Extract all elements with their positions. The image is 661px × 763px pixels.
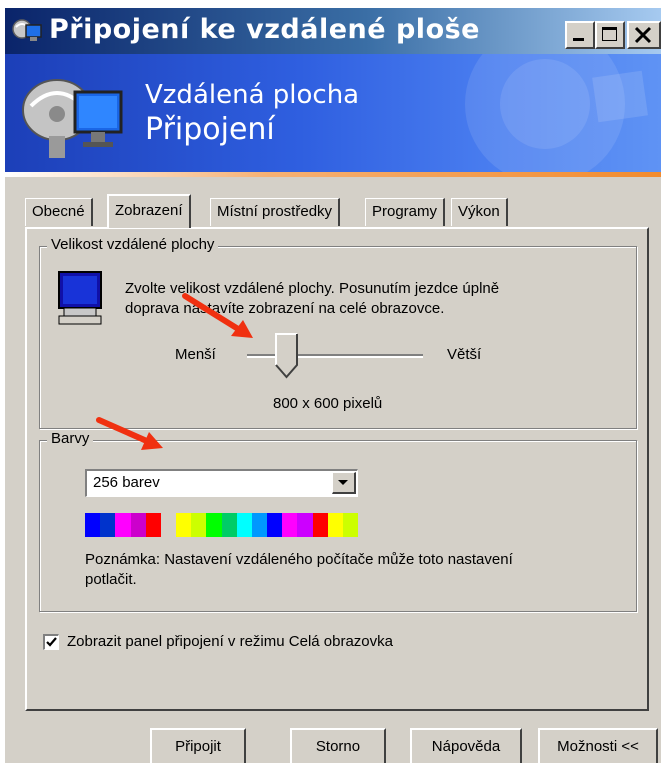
branding-banner: Vzdálená plocha Připojení [5, 54, 661, 172]
color-swatch [115, 513, 131, 537]
title-bar[interactable]: Připojení ke vzdálené ploše [5, 8, 661, 54]
remote-desktop-logo-icon [22, 79, 123, 158]
tab-general[interactable]: Obecné [25, 198, 93, 226]
cancel-button[interactable]: Storno [290, 728, 386, 763]
color-swatch [130, 513, 146, 537]
banner-title: Vzdálená plocha [145, 80, 360, 110]
checkmark-icon [46, 637, 57, 647]
minimize-icon [573, 38, 584, 41]
colors-note-line2: potlačit. [85, 571, 137, 588]
maximize-icon [602, 27, 617, 41]
connect-button[interactable]: Připojit [150, 728, 246, 763]
color-preview-bar [85, 513, 359, 537]
color-swatch [145, 513, 161, 537]
tab-local-resources[interactable]: Místní prostředky [210, 198, 341, 226]
display-size-description-2: doprava nastavíte zobrazení na celé obra… [125, 300, 445, 317]
fullscreen-bar-checkbox[interactable] [43, 634, 59, 650]
color-swatch [327, 513, 343, 537]
close-button[interactable] [627, 21, 661, 49]
chevron-down-icon [338, 480, 348, 485]
annotation-arrow-icon [96, 417, 163, 450]
help-button[interactable]: Nápověda [410, 728, 522, 763]
banner-divider [5, 172, 661, 177]
slider-max-label: Větší [447, 346, 482, 363]
color-swatch [176, 513, 192, 537]
dropdown-button[interactable] [332, 472, 356, 494]
color-swatch [206, 513, 222, 537]
colors-group-title: Barvy [47, 430, 94, 447]
close-icon [634, 26, 652, 44]
slider-min-label: Menší [175, 346, 216, 363]
tab-performance[interactable]: Výkon [451, 198, 508, 226]
display-size-group-title: Velikost vzdálené plochy [47, 236, 219, 253]
fullscreen-bar-label[interactable]: Zobrazit panel připojení v režimu Celá o… [67, 632, 393, 652]
options-button[interactable]: Možnosti << [538, 728, 658, 763]
color-swatch [312, 513, 328, 537]
colors-note-line1: Poznámka: Nastavení vzdáleného počítače … [85, 551, 513, 568]
tab-display[interactable]: Zobrazení [107, 194, 191, 228]
color-swatch [342, 513, 359, 537]
color-swatch [160, 513, 177, 537]
color-swatch [282, 513, 298, 537]
color-swatch [85, 513, 101, 537]
tab-programs[interactable]: Programy [365, 198, 446, 226]
resolution-slider-track [247, 354, 423, 358]
remote-desktop-app-icon [12, 19, 42, 41]
color-depth-dropdown[interactable]: 256 barev [85, 469, 358, 497]
maximize-button[interactable] [595, 21, 625, 49]
color-depth-selected-value: 256 barev [93, 474, 160, 491]
annotation-arrow-icon [182, 293, 253, 338]
minimize-button[interactable] [565, 21, 595, 49]
color-swatch [267, 513, 283, 537]
color-swatch [297, 513, 313, 537]
color-swatch [236, 513, 252, 537]
color-swatch [221, 513, 237, 537]
resolution-text: 800 x 600 pixelů [273, 395, 383, 412]
color-swatch [191, 513, 207, 537]
color-swatch [100, 513, 116, 537]
monitor-icon [58, 271, 102, 325]
remote-desktop-window: Připojení ke vzdálené ploše Vzdálená plo… [5, 8, 661, 763]
window-title: Připojení ke vzdálené ploše [49, 14, 480, 45]
resolution-slider-thumb[interactable] [275, 333, 299, 379]
color-swatch [251, 513, 268, 537]
banner-subtitle: Připojení [145, 112, 275, 147]
